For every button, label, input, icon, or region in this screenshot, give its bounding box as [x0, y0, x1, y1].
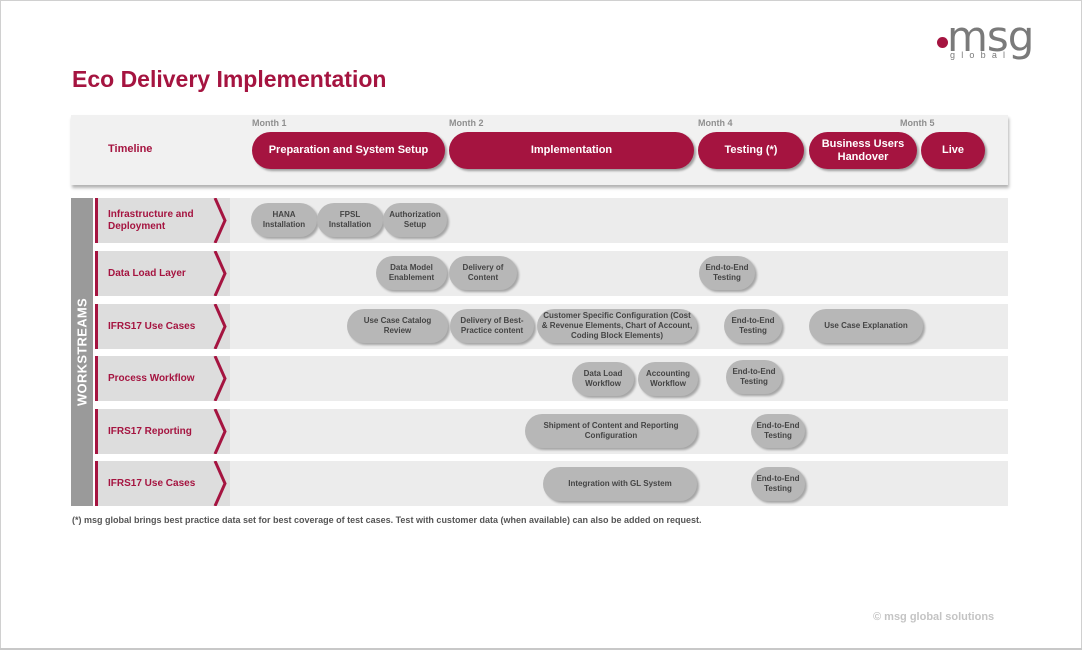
task-pill: Use Case Explanation	[809, 309, 923, 343]
workstream-row: Data Load Layer	[95, 251, 1008, 296]
task-pill: End-to-End Testing	[726, 360, 782, 394]
row-header: Infrastructure and Deployment	[95, 198, 230, 243]
copyright: © msg global solutions	[873, 611, 995, 623]
page-title: Eco Delivery Implementation	[72, 66, 387, 92]
msg-global-logo: msg global	[934, 12, 1044, 62]
row-header: Process Workflow	[95, 356, 230, 401]
chevron-right-icon	[213, 461, 227, 506]
row-header: IFRS17 Use Cases	[95, 461, 230, 506]
task-pill: Use Case Catalog Review	[347, 309, 448, 343]
workstreams-label: WORKSTREAMS	[74, 297, 90, 407]
timeline-label: Timeline	[108, 143, 153, 155]
row-title: IFRS17 Use Cases	[108, 477, 196, 489]
task-pill: Accounting Workflow	[638, 362, 698, 396]
phase-handover: Business Users Handover	[809, 132, 917, 169]
row-header: IFRS17 Use Cases	[95, 304, 230, 349]
phase-preparation: Preparation and System Setup	[252, 132, 445, 169]
task-pill: Customer Specific Configuration (Cost & …	[537, 309, 697, 343]
task-pill: End-to-End Testing	[724, 309, 782, 343]
task-pill: Data Model Enablement	[376, 256, 447, 290]
chevron-right-icon	[213, 251, 227, 296]
row-title: Data Load Layer	[108, 267, 186, 279]
row-title: IFRS17 Reporting	[108, 425, 192, 437]
month-label: Month 4	[698, 118, 733, 128]
month-label: Month 5	[900, 118, 935, 128]
task-pill: End-to-End Testing	[751, 414, 805, 448]
workstream-row: Infrastructure and Deployment	[95, 198, 1008, 243]
chevron-right-icon	[213, 304, 227, 349]
month-label: Month 2	[449, 118, 484, 128]
month-label: Month 1	[252, 118, 287, 128]
task-pill: HANA Installation	[251, 203, 317, 237]
phase-live: Live	[921, 132, 985, 169]
task-pill: FPSL Installation	[317, 203, 383, 237]
task-pill: End-to-End Testing	[699, 256, 755, 290]
phase-testing: Testing (*)	[698, 132, 804, 169]
chevron-right-icon	[213, 409, 227, 454]
chevron-right-icon	[213, 356, 227, 401]
footnote: (*) msg global brings best practice data…	[72, 515, 702, 525]
task-pill: Data Load Workflow	[572, 362, 634, 396]
row-title: Process Workflow	[108, 372, 195, 384]
task-pill: Delivery of Content	[449, 256, 517, 290]
chevron-right-icon	[213, 198, 227, 243]
task-pill: Delivery of Best-Practice content	[450, 309, 534, 343]
logo-subtitle: global	[950, 50, 1012, 60]
task-pill: Authorization Setup	[383, 203, 447, 237]
task-pill: Integration with GL System	[543, 467, 697, 501]
row-title: Infrastructure and Deployment	[108, 208, 194, 232]
workstream-row: Process Workflow	[95, 356, 1008, 401]
task-pill: End-to-End Testing	[751, 467, 805, 501]
row-header: IFRS17 Reporting	[95, 409, 230, 454]
phase-implementation: Implementation	[449, 132, 694, 169]
row-header: Data Load Layer	[95, 251, 230, 296]
row-title: IFRS17 Use Cases	[108, 320, 196, 332]
task-pill: Shipment of Content and Reporting Config…	[525, 414, 697, 448]
